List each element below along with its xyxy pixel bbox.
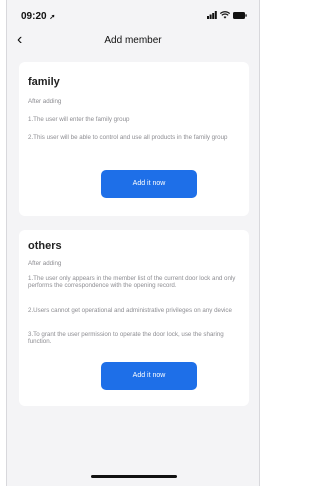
- status-time-text: 09:20: [21, 11, 47, 22]
- status-time: 09:20 ➚: [21, 11, 55, 22]
- family-title: family: [28, 76, 60, 88]
- signal-icon: [207, 11, 217, 19]
- family-add-button[interactable]: Add it now: [101, 170, 197, 198]
- location-arrow-icon: ➚: [49, 14, 56, 21]
- others-item-3: 3.To grant the user permission to operat…: [28, 331, 224, 346]
- wifi-icon: [220, 11, 230, 19]
- family-item-2: 2.This user will be able to control and …: [28, 134, 228, 141]
- others-add-button[interactable]: Add it now: [101, 362, 197, 390]
- others-item-1: 1.The user only appears in the member li…: [28, 275, 236, 290]
- battery-icon: [233, 11, 247, 19]
- family-item-1: 1.The user will enter the family group: [28, 116, 130, 123]
- others-title: others: [28, 240, 62, 252]
- others-item-2: 2.Users cannot get operational and admin…: [28, 307, 232, 314]
- phone-screen: 09:20 ➚ ‹ Add member family After adding…: [6, 0, 260, 486]
- page-title: Add member: [104, 35, 162, 46]
- others-card: others After adding 1.The user only appe…: [19, 230, 249, 406]
- system-icons: [207, 11, 247, 19]
- nav-bar: ‹ Add member: [7, 30, 259, 54]
- home-indicator: [91, 475, 177, 478]
- others-subtitle: After adding: [28, 260, 62, 267]
- status-bar: 09:20 ➚: [7, 0, 259, 30]
- family-subtitle: After adding: [28, 98, 62, 105]
- family-card: family After adding 1.The user will ente…: [19, 62, 249, 216]
